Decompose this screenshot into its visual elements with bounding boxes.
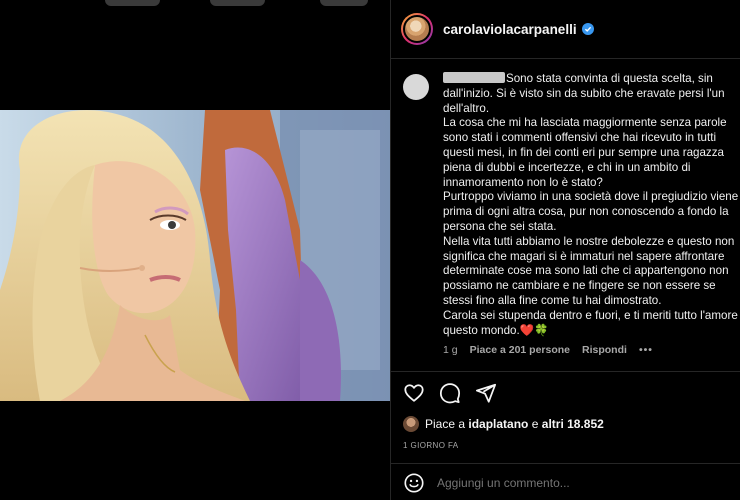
comment-body: Sono stata convinta di questa scelta, si…: [443, 72, 740, 338]
post-details-panel: carolaviolacarpanelli Sono stata convint…: [391, 0, 740, 500]
post-photo[interactable]: [0, 110, 390, 401]
liker-avatar[interactable]: [403, 416, 419, 432]
comment-meta: 1 g Piace a 201 persone Rispondi •••: [443, 344, 653, 356]
likes-prefix: Piace a: [425, 417, 466, 431]
emoji-icon[interactable]: [403, 472, 425, 494]
header-divider: [391, 58, 740, 59]
comment-icon[interactable]: [439, 382, 461, 404]
comment-likes[interactable]: Piace a 201 persone: [470, 344, 570, 356]
thumbnail[interactable]: [210, 0, 265, 6]
more-options-icon[interactable]: •••: [639, 344, 653, 356]
photo-illustration: [0, 110, 390, 401]
post-header: carolaviolacarpanelli: [391, 0, 740, 58]
reply-button[interactable]: Rispondi: [582, 344, 627, 356]
redacted-username[interactable]: [443, 72, 505, 83]
comment-text: Sono stata convinta di questa scelta, si…: [443, 72, 739, 337]
actions-divider: [391, 371, 740, 372]
feed-thumbnails-strip: [0, 0, 390, 10]
likes-others[interactable]: altri 18.852: [542, 417, 604, 431]
heart-icon[interactable]: [403, 382, 425, 404]
avatar-image: [403, 15, 431, 43]
likes-summary: Piace a idaplatano e altri 18.852: [403, 416, 604, 432]
post-media-panel: [0, 0, 390, 500]
profile-avatar[interactable]: [401, 13, 433, 45]
comment-time: 1 g: [443, 344, 458, 356]
add-comment-bar: [403, 472, 738, 494]
share-icon[interactable]: [475, 382, 497, 404]
comment-box-divider: [391, 463, 740, 464]
thumbnail[interactable]: [320, 0, 368, 6]
commenter-avatar[interactable]: [403, 74, 429, 100]
verified-badge-icon: [581, 23, 594, 35]
liker-username[interactable]: idaplatano: [468, 417, 528, 431]
likes-joiner: e: [531, 417, 539, 431]
comment-input[interactable]: [437, 476, 727, 490]
thumbnail[interactable]: [105, 0, 160, 6]
post-date[interactable]: 1 GIORNO FA: [403, 441, 459, 450]
post-actions: [403, 382, 497, 404]
post-username[interactable]: carolaviolacarpanelli: [443, 22, 577, 37]
